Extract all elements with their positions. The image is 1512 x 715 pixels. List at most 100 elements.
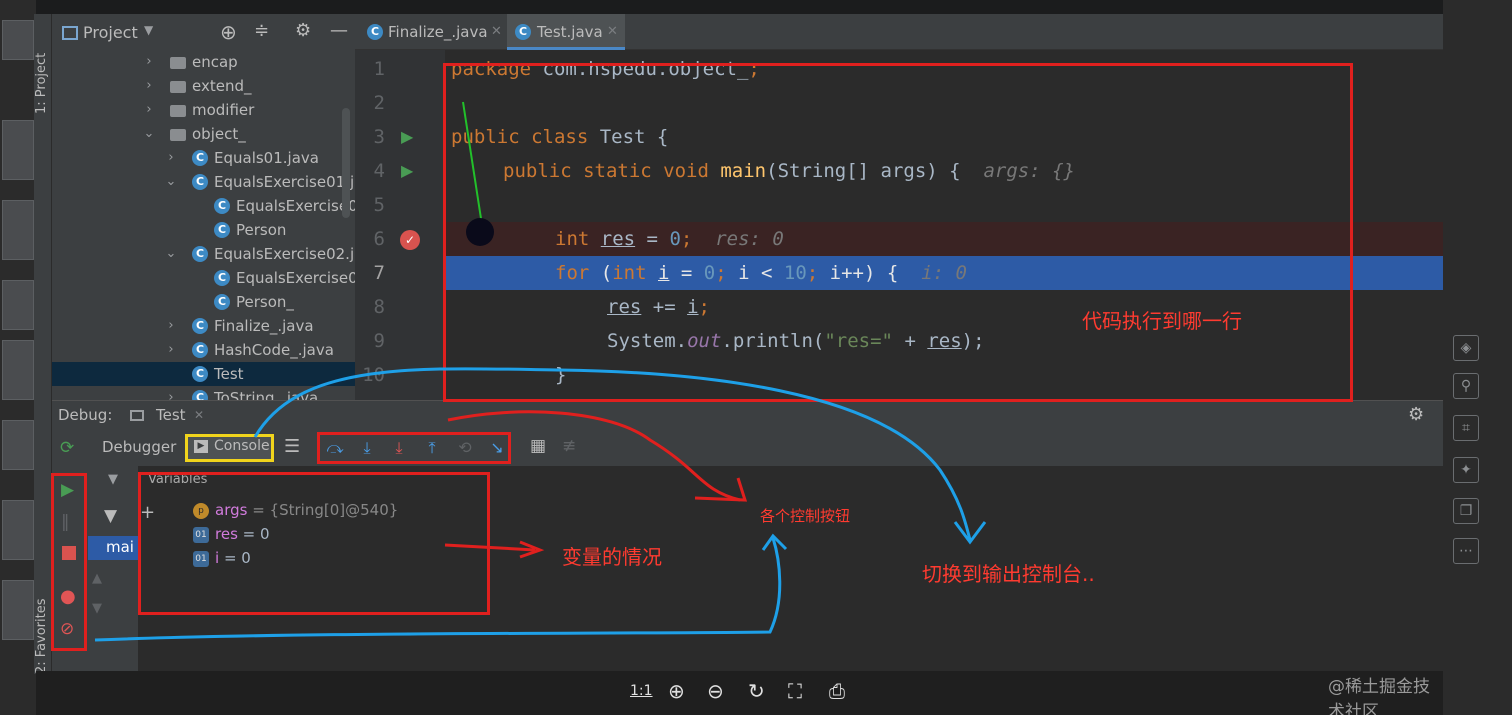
close-icon[interactable]: ✕	[491, 14, 502, 50]
search-icon[interactable]: ⚲	[1453, 373, 1479, 399]
annotation-console-note: 切换到输出控制台..	[922, 562, 1095, 586]
annotation-toolbar-box	[317, 432, 511, 464]
tree-scrollbar[interactable]	[342, 108, 350, 218]
slide-thumbnail[interactable]	[2, 20, 34, 60]
trace-icon[interactable]: ≢	[562, 436, 576, 456]
project-view-icon	[62, 26, 78, 40]
tab-label: Finalize_.java	[388, 23, 488, 41]
class-icon: C	[192, 318, 208, 334]
tree-item[interactable]: ⌄ object_	[52, 122, 355, 146]
tab-finalize[interactable]: C Finalize_.java ✕	[361, 14, 507, 50]
tree-item[interactable]: C Person_	[52, 290, 355, 314]
zoom-out-icon[interactable]: ⊖	[707, 679, 724, 703]
class-icon: C	[192, 246, 208, 262]
chevron-down-icon[interactable]: ⌄	[164, 170, 178, 194]
chevron-right-icon[interactable]: ›	[142, 50, 156, 74]
tree-item[interactable]: C EqualsExercise01	[52, 194, 355, 218]
slide-thumbnail[interactable]	[2, 120, 34, 180]
project-title[interactable]: Project	[83, 23, 138, 42]
actual-size-button[interactable]: 1:1	[630, 683, 653, 699]
slide-thumbnail[interactable]	[2, 580, 34, 640]
chevron-right-icon[interactable]: ›	[164, 314, 178, 338]
chevron-down-icon[interactable]: ▼	[144, 23, 153, 37]
folder-icon	[170, 57, 186, 69]
annotation-variables-box	[138, 472, 490, 615]
tree-item-label: object_	[192, 125, 246, 143]
tree-item[interactable]: ⌄ C EqualsExercise01.java	[52, 170, 355, 194]
chevron-right-icon[interactable]: ›	[164, 386, 178, 400]
run-icon[interactable]: ▶	[401, 127, 413, 146]
tool-window-strip: 1: Project 2: Favorites	[34, 14, 52, 674]
chevron-right-icon[interactable]: ›	[164, 146, 178, 170]
locate-icon[interactable]: ⊕	[220, 20, 237, 44]
crop-tool-icon[interactable]: ⛶	[788, 679, 802, 703]
close-icon[interactable]: ✕	[607, 14, 618, 50]
slide-thumbnail[interactable]	[2, 200, 34, 260]
chevron-down-icon[interactable]: ▼	[108, 472, 118, 487]
hide-icon[interactable]: —	[330, 20, 348, 41]
tree-item[interactable]: › C Equals01.java	[52, 146, 355, 170]
evaluate-expression-icon[interactable]: ▦	[530, 436, 546, 456]
tree-item-label: EqualsExercise01.java	[214, 173, 355, 191]
lightbulb-icon[interactable]: ✦	[1453, 457, 1479, 483]
tree-item-label: Person	[236, 221, 287, 239]
line-number: 4	[373, 160, 385, 182]
slide-thumbnail[interactable]	[2, 420, 34, 470]
tree-item[interactable]: › C HashCode_.java	[52, 338, 355, 362]
crop-icon[interactable]: ⌗	[1453, 415, 1479, 441]
run-icon[interactable]: ▶	[401, 161, 413, 180]
folder-icon	[170, 105, 186, 117]
annotation-variables-note: 变量的情况	[562, 545, 662, 569]
frame-item-main[interactable]: mai	[88, 536, 138, 560]
editor-tabs-bar: C Finalize_.java ✕ C Test.java ✕	[355, 14, 1443, 50]
project-panel: Project ▼ ⊕ ≑ ⚙ — › encap › extend_ › modifie…	[52, 14, 355, 400]
annotation-buttons-note: 各个控制按钮	[760, 507, 851, 525]
tab-debugger[interactable]: Debugger	[102, 438, 176, 456]
rotate-icon[interactable]: ↻	[748, 679, 765, 703]
project-header: Project ▼ ⊕ ≑ ⚙ —	[52, 14, 355, 54]
annotation-actions-box	[51, 473, 87, 651]
right-tool-panel: ◈ ⚲ ⌗ ✦ ❐ ⋯	[1443, 0, 1512, 715]
layout-menu-icon[interactable]: ☰	[284, 436, 300, 457]
tree-item[interactable]: ⌄ C EqualsExercise02.java	[52, 242, 355, 266]
copy-icon[interactable]: ❐	[1453, 498, 1479, 524]
slide-thumbnail[interactable]	[2, 340, 34, 400]
tree-item-label: Person_	[236, 293, 294, 311]
tree-item[interactable]: C Person	[52, 218, 355, 242]
more-icon[interactable]: ⋯	[1453, 538, 1479, 564]
chevron-right-icon[interactable]: ›	[142, 74, 156, 98]
tree-item[interactable]: › extend_	[52, 74, 355, 98]
project-tool-label[interactable]: 1: Project	[34, 24, 52, 114]
session-tab-label: Test	[156, 406, 186, 424]
slide-thumbnail[interactable]	[2, 280, 34, 330]
tree-item[interactable]: C EqualsExercise02	[52, 266, 355, 290]
tree-item[interactable]: › encap	[52, 50, 355, 74]
favorites-tool-label[interactable]: 2: Favorites	[34, 584, 52, 674]
gear-icon[interactable]: ⚙	[295, 20, 311, 41]
chevron-down-icon[interactable]: ⌄	[164, 242, 178, 266]
tree-item-label: EqualsExercise02	[236, 269, 355, 287]
tree-item[interactable]: › C ToString_.java	[52, 386, 355, 400]
chevron-right-icon[interactable]: ›	[142, 98, 156, 122]
chevron-right-icon[interactable]: ›	[164, 338, 178, 362]
debug-session-tab[interactable]: Test ✕	[124, 401, 210, 431]
tree-item[interactable]: › C Finalize_.java	[52, 314, 355, 338]
close-icon[interactable]: ✕	[194, 408, 204, 422]
tab-test[interactable]: C Test.java ✕	[507, 14, 625, 50]
layers-icon[interactable]: ◈	[1453, 335, 1479, 361]
line-number: 2	[373, 92, 385, 114]
collapse-all-icon[interactable]: ≑	[254, 20, 269, 41]
gear-icon[interactable]: ⚙	[1408, 404, 1424, 425]
slide-thumbnail[interactable]	[2, 500, 34, 560]
zoom-in-icon[interactable]: ⊕	[668, 679, 685, 703]
save-icon[interactable]: ⎙	[829, 679, 845, 703]
down-arrow-icon[interactable]: ▼	[92, 601, 102, 616]
breakpoint-icon[interactable]: ✓	[400, 230, 420, 250]
chevron-down-icon[interactable]: ⌄	[142, 122, 156, 146]
up-arrow-icon[interactable]: ▲	[92, 571, 102, 586]
filter-icon[interactable]: ▼	[104, 506, 117, 526]
watermark: @稀土掘金技术社区	[1328, 677, 1430, 715]
tree-item[interactable]: C Test	[52, 362, 355, 386]
tree-item[interactable]: › modifier	[52, 98, 355, 122]
rerun-icon[interactable]: ⟳	[60, 438, 74, 458]
